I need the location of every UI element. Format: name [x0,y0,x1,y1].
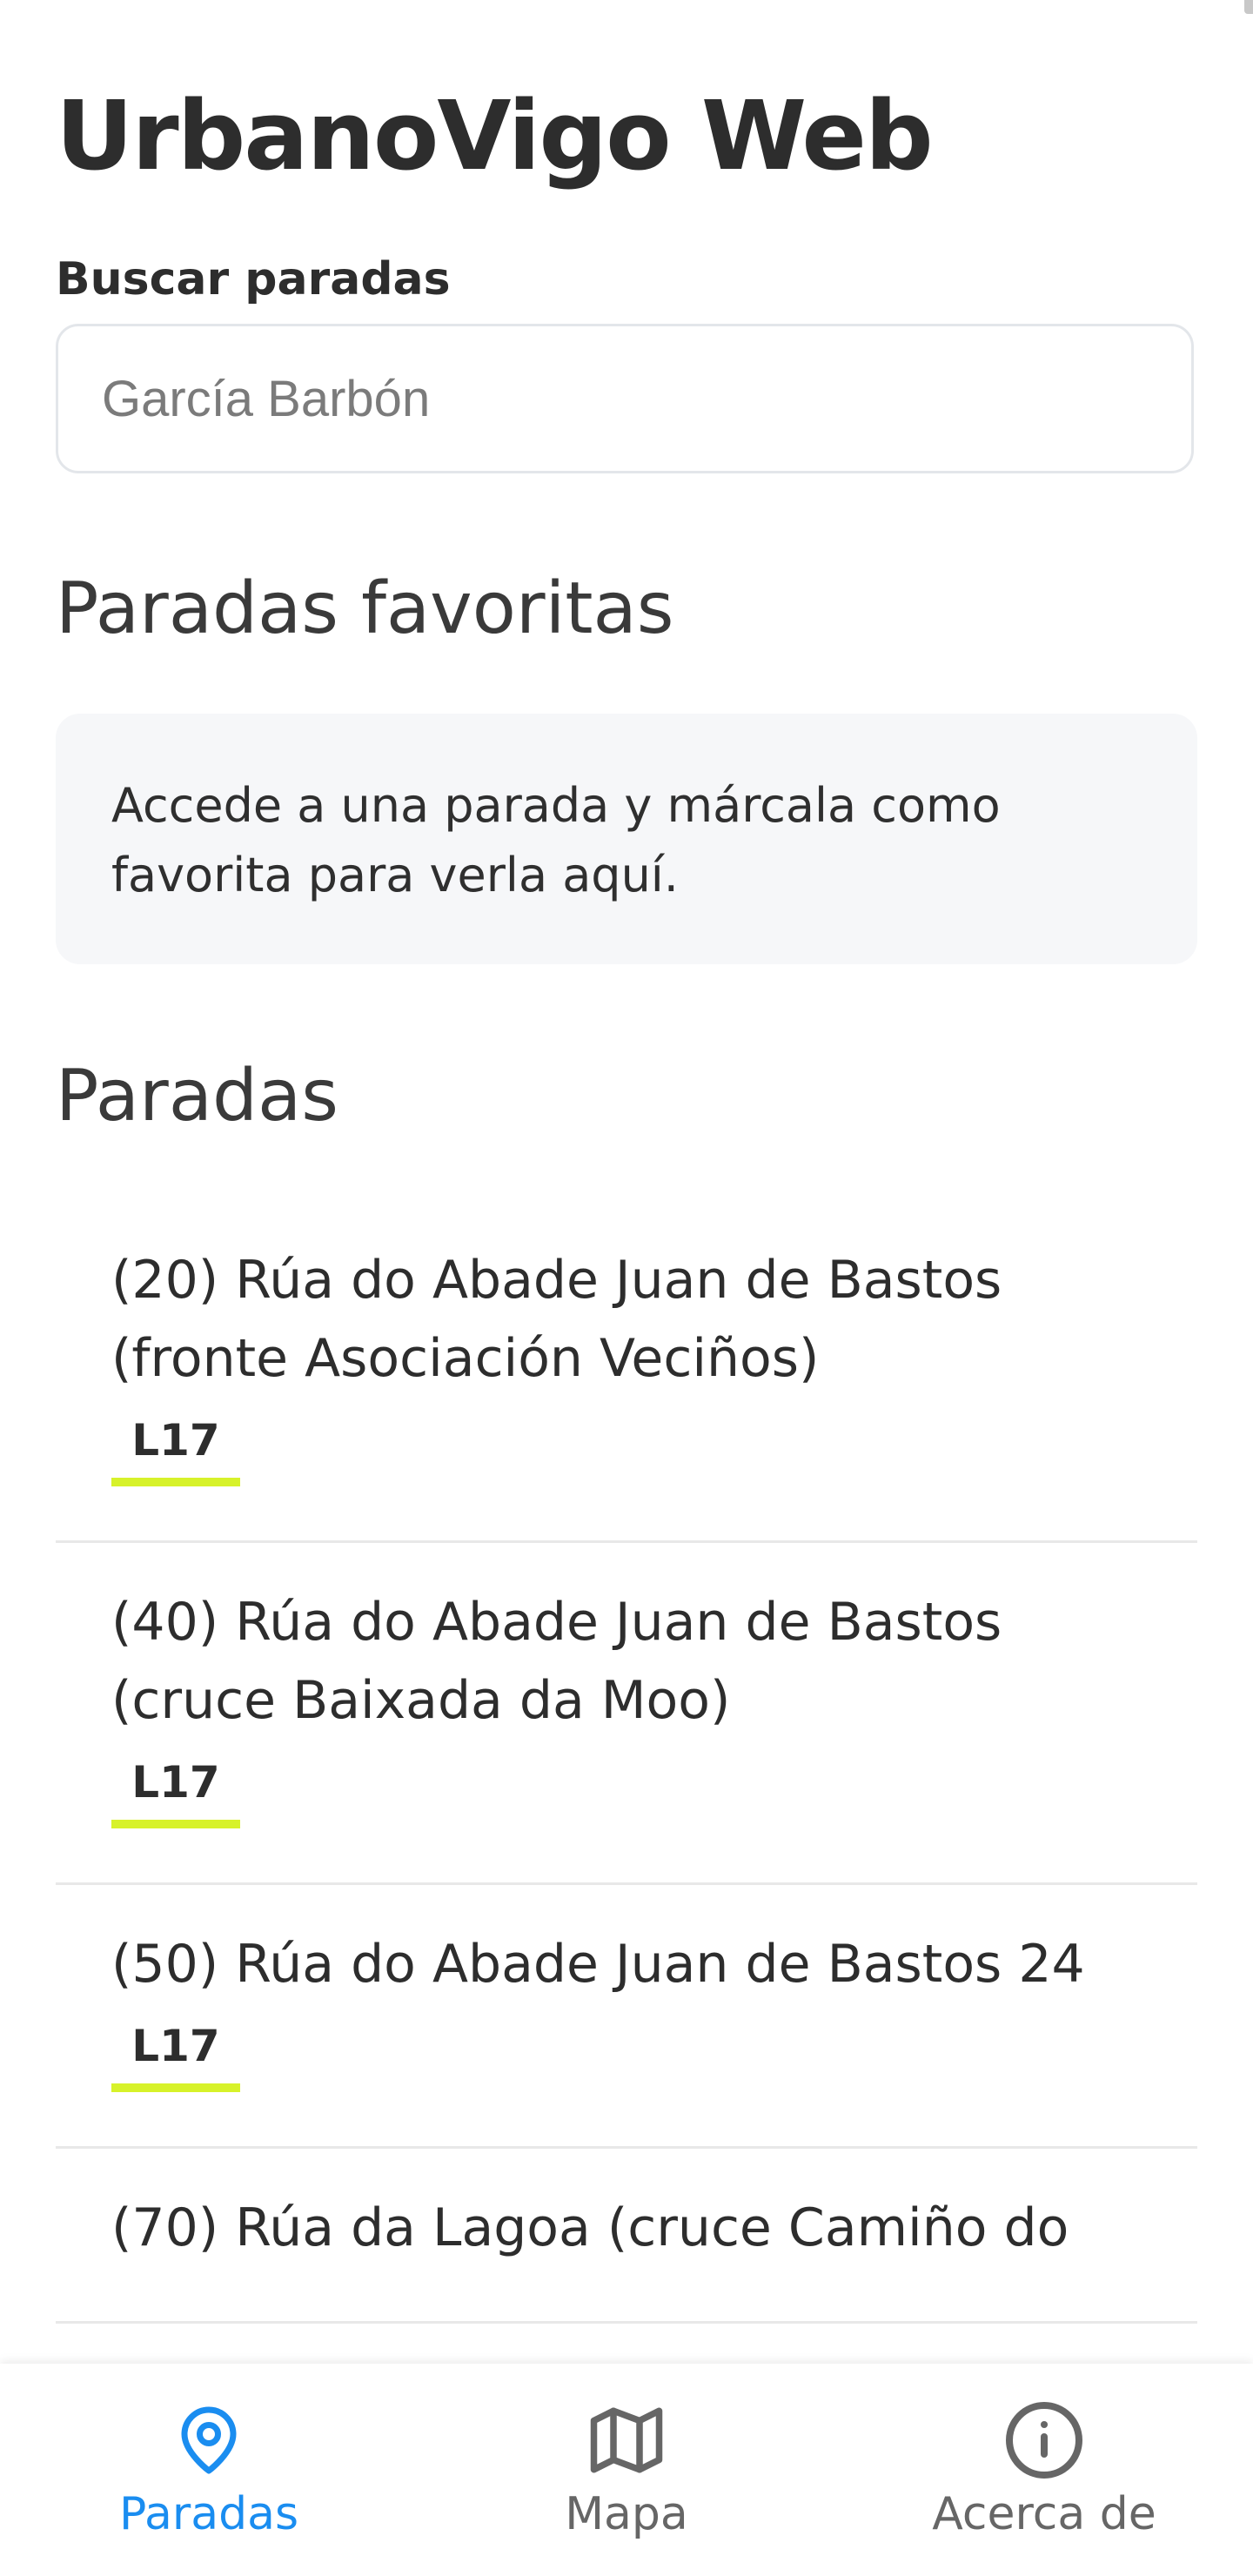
stop-list-item[interactable]: (50) Rúa do Abade Juan de Bastos 24 L17 [56,1885,1197,2149]
line-badge: L17 [111,2016,240,2092]
scrollbar[interactable] [1244,0,1253,14]
stop-list-item[interactable]: (70) Rúa da Lagoa (cruce Camiño do [56,2149,1197,2324]
favorites-empty-message: Accede a una parada y márcala como favor… [56,714,1197,964]
nav-item-acerca-de[interactable]: Acerca de [870,2364,1218,2545]
search-input[interactable] [56,324,1194,473]
nav-label: Mapa [565,2488,688,2540]
info-icon [1002,2398,1086,2482]
line-badge: L17 [111,1752,240,1828]
stops-title: Paradas [56,1055,338,1137]
stop-list-item[interactable]: (20) Rúa do Abade Juan de Bastos (fronte… [56,1201,1197,1543]
nav-label: Acerca de [932,2488,1156,2540]
stop-name: (70) Rúa da Lagoa (cruce Camiño do [111,2197,1069,2258]
stop-list: (20) Rúa do Abade Juan de Bastos (fronte… [56,1201,1197,2324]
nav-item-mapa[interactable]: Mapa [452,2364,801,2545]
nav-label: Paradas [118,2488,299,2540]
map-pin-icon [172,2398,245,2482]
stop-name: (20) Rúa do Abade Juan de Bastos (fronte… [111,1250,1002,1389]
stop-name: (50) Rúa do Abade Juan de Bastos 24 [111,1934,1085,1995]
app-title: UrbanoVigo Web [56,80,934,191]
line-badge: L17 [111,1410,240,1486]
page: UrbanoVigo Web Buscar paradas Paradas fa… [0,0,1253,2576]
stop-list-item[interactable]: (40) Rúa do Abade Juan de Bastos (cruce … [56,1543,1197,1885]
map-icon [587,2398,666,2482]
bottom-navigation: Paradas Mapa Acerca de [0,2364,1253,2576]
stop-name: (40) Rúa do Abade Juan de Bastos (cruce … [111,1592,1002,1731]
favorites-title: Paradas favoritas [56,567,674,650]
search-label: Buscar paradas [56,253,451,305]
nav-item-paradas[interactable]: Paradas [35,2364,383,2545]
